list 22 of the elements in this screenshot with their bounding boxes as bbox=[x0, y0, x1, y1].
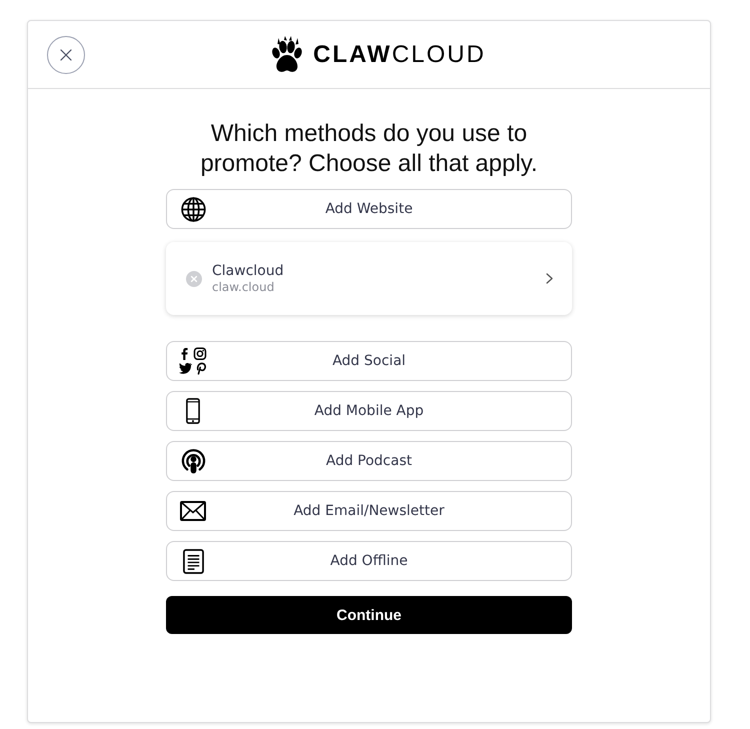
envelope-icon bbox=[180, 501, 206, 521]
website-name: Clawcloud bbox=[212, 262, 285, 280]
website-url: claw.cloud bbox=[212, 280, 276, 294]
globe-icon bbox=[180, 196, 206, 222]
close-icon bbox=[60, 48, 72, 60]
add-method-button[interactable]: Add Social bbox=[166, 341, 572, 381]
podcast-icon bbox=[180, 448, 206, 474]
add-method-button[interactable]: Add Offline bbox=[166, 541, 572, 581]
chevron-right-icon bbox=[546, 273, 553, 284]
question-heading: Which methods do you use to promote? Choose all that apply. bbox=[199, 119, 539, 179]
continue-button[interactable]: Continue bbox=[166, 596, 572, 634]
add-website-button[interactable]: Add Website bbox=[166, 189, 572, 229]
document-icon bbox=[182, 548, 204, 574]
logo-wordmark: CLAWCLOUD bbox=[313, 42, 486, 66]
social-media-icon bbox=[179, 347, 207, 375]
add-method-button[interactable]: Add Email/Newsletter bbox=[166, 491, 572, 531]
smartphone-icon bbox=[186, 398, 200, 424]
website-entry-card[interactable]: Clawcloud claw.cloud bbox=[166, 242, 572, 315]
add-method-button[interactable]: Add Mobile App bbox=[166, 391, 572, 431]
close-button[interactable] bbox=[47, 36, 85, 74]
paw-icon bbox=[271, 36, 304, 74]
add-method-button[interactable]: Add Podcast bbox=[166, 441, 572, 481]
